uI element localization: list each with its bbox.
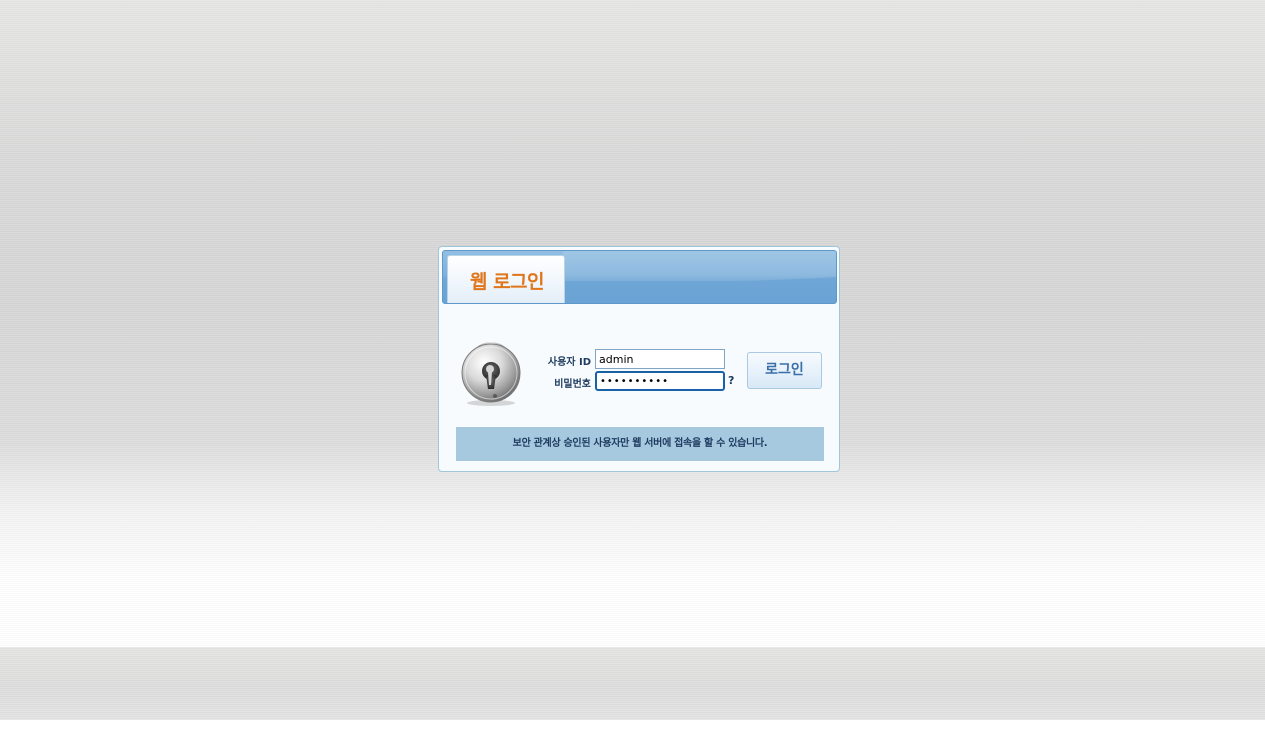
login-button[interactable]: 로그인 <box>747 352 822 389</box>
password-help-link[interactable]: ? <box>728 374 734 387</box>
page-bottom-strip <box>0 720 1265 731</box>
password-input[interactable] <box>595 371 725 391</box>
title-tab: 웹 로그인 <box>447 255 565 303</box>
login-panel: 웹 로그인 사용자 ID admin 비밀번호 •••••••••• ? 로그인… <box>438 246 840 472</box>
login-header: 웹 로그인 <box>442 250 837 304</box>
header-sheen <box>563 251 836 281</box>
login-title: 웹 로그인 <box>469 271 545 293</box>
user-id-input[interactable] <box>595 349 725 369</box>
password-label: 비밀번호 <box>554 379 591 390</box>
user-id-label: 사용자 ID <box>547 357 591 368</box>
padlock-icon <box>461 342 521 406</box>
security-notice: 보안 관계상 승인된 사용자만 웹 서버에 접속을 할 수 있습니다. <box>456 427 824 461</box>
page-footer-band <box>0 647 1265 720</box>
